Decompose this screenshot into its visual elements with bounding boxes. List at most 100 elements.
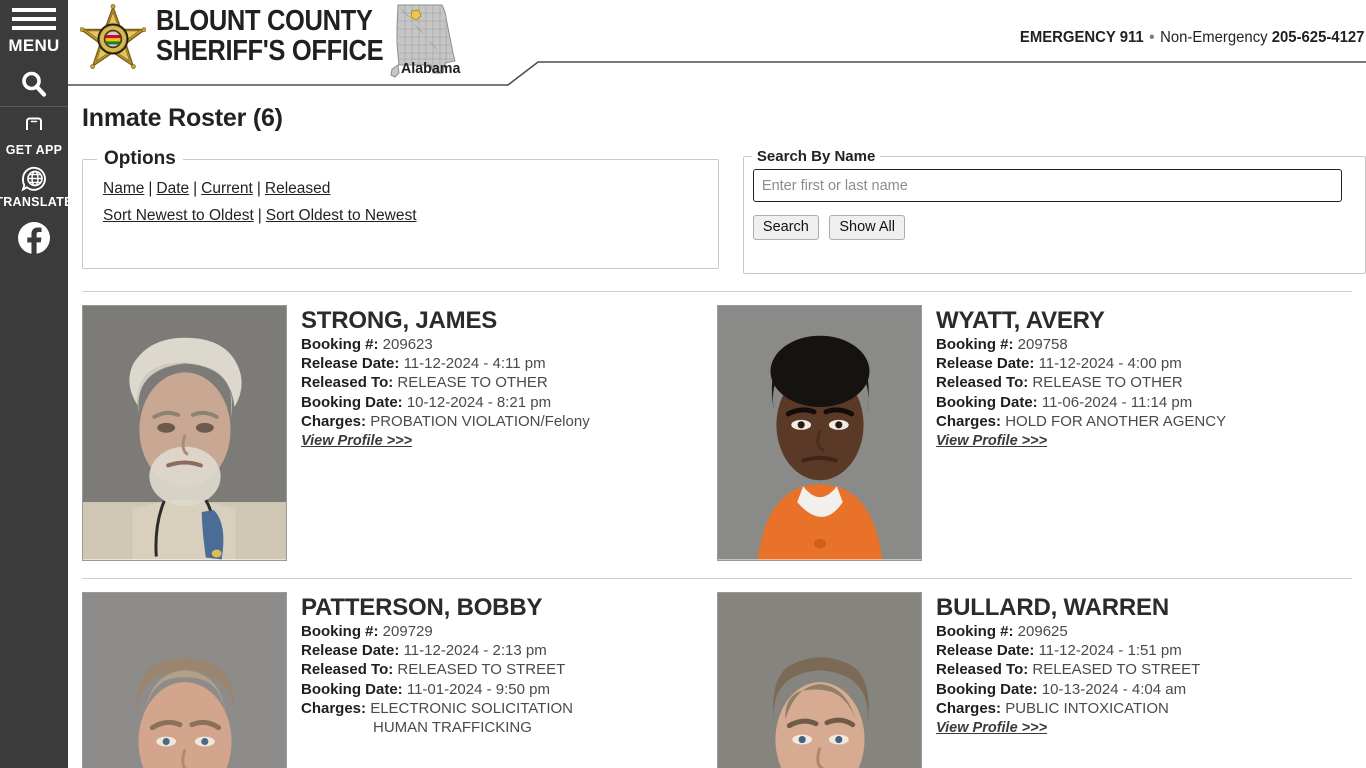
show-all-button[interactable]: Show All [829, 215, 905, 240]
released-to-label: Released To: [301, 374, 394, 392]
search-button[interactable]: Search [752, 215, 819, 240]
menu-label: MENU [8, 36, 60, 55]
mugshot-strong-james [83, 306, 286, 560]
release-date-row: Release Date: 11-12-2024 - 4:00 pm [936, 354, 1226, 373]
released-to-value: RELEASE TO OTHER [1032, 374, 1183, 392]
released-to-row: Released To: RELEASED TO STREET [936, 660, 1200, 679]
sort-links-row: Sort Newest to Oldest | Sort Oldest to New… [103, 202, 718, 229]
booking-date-label: Booking Date: [936, 680, 1038, 698]
emergency-contact-bar: EMERGENCY 911 • Non-Emergency 205-625-4127 [1020, 29, 1364, 47]
controls-row: Options Name | Date | Current | Released Sort … [82, 148, 1366, 274]
booking-date-value: 10-13-2024 - 4:04 am [1041, 680, 1187, 698]
charge-item: HOLD FOR ANOTHER AGENCY [1005, 412, 1227, 430]
booking-date-row: Booking Date: 11-06-2024 - 11:14 pm [936, 393, 1226, 412]
released-to-label: Released To: [301, 661, 394, 679]
mugshot-bullard-warren [718, 593, 921, 768]
inmate-details: WYATT, AVERY Booking #: 209758 Release D… [922, 305, 1226, 561]
release-date-value: 11-12-2024 - 4:11 pm [403, 355, 546, 373]
view-profile-link[interactable]: View Profile >>> [936, 720, 1047, 736]
charges-row: Charges: HOLD FOR ANOTHER AGENCY [936, 412, 1226, 431]
sidebar-item-get-app-label: GET APP [5, 143, 63, 157]
divider-3: | [256, 180, 261, 197]
inmate-card: PATTERSON, BOBBY Booking #: 209729 Relea… [82, 579, 717, 768]
filter-link-date[interactable]: Date [156, 180, 189, 197]
inmate-name: PATTERSON, BOBBY [301, 594, 543, 621]
sidebar-item-translate-label: TRANSLATE [0, 195, 73, 209]
search-icon [22, 71, 47, 97]
facebook-icon [18, 222, 50, 255]
inmate-name: STRONG, JAMES [301, 307, 498, 334]
charge-item: PUBLIC INTOXICATION [1005, 699, 1169, 717]
separator-dot: • [1148, 29, 1155, 46]
inmate-name: BULLARD, WARREN [936, 594, 1169, 621]
released-to-value: RELEASED TO STREET [1032, 661, 1201, 679]
charges-label: Charges: [936, 699, 1002, 717]
search-buttons-row: Search Show All [752, 215, 1355, 240]
inmate-details: STRONG, JAMES Booking #: 209623 Release … [287, 305, 590, 561]
page-title: Inmate Roster (6) [82, 104, 283, 132]
org-title: BLOUNT COUNTY SHERIFF'S OFFICE [156, 5, 384, 66]
booking-date-row: Booking Date: 10-12-2024 - 8:21 pm [301, 393, 590, 412]
booking-date-label: Booking Date: [301, 393, 403, 411]
mugshot-photo [717, 305, 922, 561]
booking-number-row: Booking #: 209625 [936, 622, 1200, 641]
booking-number-row: Booking #: 209758 [936, 335, 1226, 354]
menu-button[interactable]: MENU [0, 0, 68, 56]
divider-4: | [257, 207, 262, 224]
release-date-row: Release Date: 11-12-2024 - 4:11 pm [301, 354, 590, 373]
mugshot-patterson-bobby [83, 593, 286, 768]
filter-links-row: Name | Date | Current | Released [103, 175, 718, 202]
release-date-label: Release Date: [301, 642, 400, 660]
charges-row-extra: HUMAN TRAFFICKING [301, 718, 573, 737]
charge-item: HUMAN TRAFFICKING [373, 719, 532, 737]
header-angled-divider [68, 60, 1366, 86]
booking-date-label: Booking Date: [301, 680, 403, 698]
mobile-phone-icon [25, 117, 43, 141]
view-profile-link[interactable]: View Profile >>> [301, 433, 412, 449]
inmate-details: BULLARD, WARREN Booking #: 209625 Releas… [922, 592, 1200, 768]
booking-number-value: 209729 [382, 623, 433, 640]
sidebar-item-get-app[interactable]: GET APP [0, 107, 68, 157]
released-to-row: Released To: RELEASED TO STREET [301, 660, 573, 679]
mugshot-photo [717, 592, 922, 768]
booking-number-row: Booking #: 209729 [301, 622, 573, 641]
booking-number-value: 209758 [1017, 336, 1068, 353]
release-date-label: Release Date: [936, 642, 1035, 660]
sort-link-oldest-to-newest[interactable]: Sort Oldest to Newest [266, 207, 417, 224]
org-title-line1: BLOUNT COUNTY [156, 5, 373, 37]
release-date-label: Release Date: [936, 355, 1035, 373]
booking-date-row: Booking Date: 11-01-2024 - 9:50 pm [301, 680, 573, 699]
mugshot-photo [82, 592, 287, 768]
booking-date-value: 11-06-2024 - 11:14 pm [1041, 393, 1193, 411]
non-emergency-label: Non-Emergency [1159, 29, 1268, 46]
charges-row: Charges: PROBATION VIOLATION/Felony [301, 412, 590, 431]
booking-number-label: Booking #: [301, 336, 379, 353]
filter-link-name[interactable]: Name [103, 180, 144, 197]
released-to-row: Released To: RELEASE TO OTHER [936, 373, 1226, 392]
sidebar-item-facebook[interactable] [17, 221, 51, 260]
release-date-value: 11-12-2024 - 4:00 pm [1038, 355, 1182, 373]
booking-number-label: Booking #: [936, 336, 1014, 353]
released-to-label: Released To: [936, 661, 1029, 679]
filter-link-current[interactable]: Current [201, 180, 253, 197]
release-date-value: 11-12-2024 - 2:13 pm [403, 642, 547, 660]
search-input[interactable] [752, 169, 1342, 202]
booking-number-value: 209625 [1017, 623, 1068, 640]
sidebar-search-button[interactable] [0, 61, 68, 107]
filter-link-released[interactable]: Released [265, 180, 331, 197]
mugshot-wyatt-avery [718, 306, 921, 560]
sort-link-newest-to-oldest[interactable]: Sort Newest to Oldest [103, 207, 254, 224]
released-to-label: Released To: [936, 374, 1029, 392]
charge-item: PROBATION VIOLATION/Felony [370, 412, 590, 430]
release-date-row: Release Date: 11-12-2024 - 2:13 pm [301, 641, 573, 660]
sidebar-item-translate[interactable]: TRANSLATE [0, 157, 72, 209]
inmate-card: BULLARD, WARREN Booking #: 209625 Releas… [717, 579, 1352, 768]
view-profile-link[interactable]: View Profile >>> [936, 433, 1047, 449]
left-sidebar: MENU GET APP TRANSLATE [0, 0, 72, 768]
released-to-value: RELEASED TO STREET [397, 661, 566, 679]
search-legend: Search By Name [756, 148, 876, 165]
roster-row: STRONG, JAMES Booking #: 209623 Release … [82, 292, 1352, 561]
inmate-card: WYATT, AVERY Booking #: 209758 Release D… [717, 292, 1352, 561]
divider-1: | [148, 180, 153, 197]
booking-number-row: Booking #: 209623 [301, 335, 590, 354]
